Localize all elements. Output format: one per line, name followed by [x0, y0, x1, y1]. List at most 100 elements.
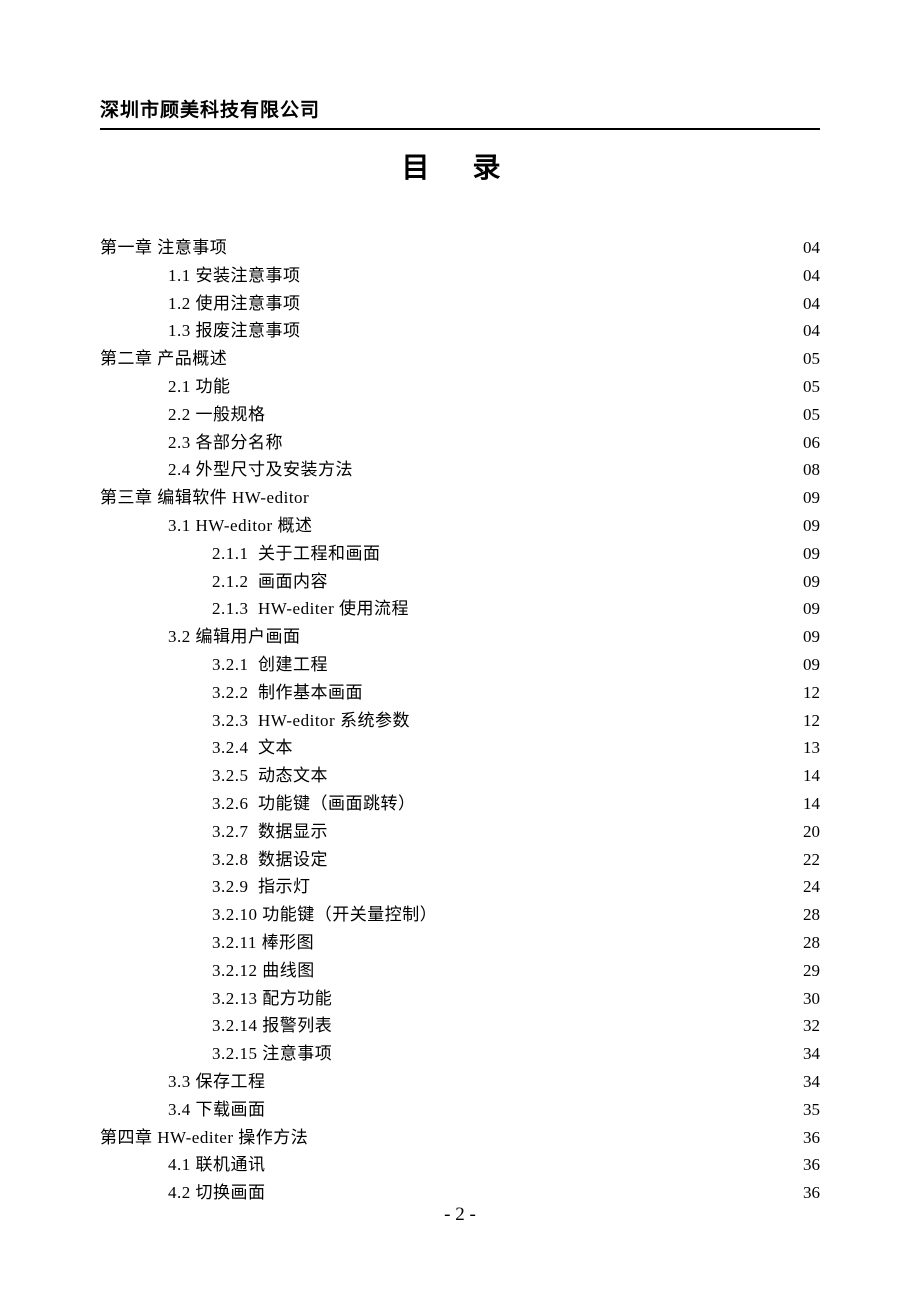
toc-label: 3.3 保存工程: [100, 1068, 266, 1096]
toc-row: 2.1 功能05: [100, 373, 820, 401]
toc-label: 第三章 编辑软件 HW-editor: [100, 484, 309, 512]
toc-label: 4.2 切换画面: [100, 1179, 266, 1207]
toc-page: 09: [803, 484, 820, 512]
toc-row: 3.2.15 注意事项 34: [100, 1040, 820, 1068]
toc-row: 1.3 报废注意事项 04: [100, 317, 820, 345]
toc-label: 2.1.3 HW-editer 使用流程: [100, 595, 409, 623]
toc-label: 3.2.6 功能键（画面跳转）: [100, 790, 416, 818]
toc-page: 28: [803, 929, 820, 957]
toc-page: 09: [803, 595, 820, 623]
toc-row: 3.2.12 曲线图 29: [100, 957, 820, 985]
toc-page: 35: [803, 1096, 820, 1124]
toc-page: 06: [803, 429, 820, 457]
toc-label: 3.2.11 棒形图: [100, 929, 314, 957]
toc-page: 30: [803, 985, 820, 1013]
toc-page: 12: [803, 679, 820, 707]
toc-page: 28: [803, 901, 820, 929]
toc-row: 2.3 各部分名称 06: [100, 429, 820, 457]
toc-row: 1.1 安装注意事项 04: [100, 262, 820, 290]
toc-row: 3.2.1 创建工程 09: [100, 651, 820, 679]
company-header: 深圳市顾美科技有限公司: [100, 95, 820, 130]
toc-label: 第四章 HW-editer 操作方法: [100, 1124, 308, 1152]
toc-page: 04: [803, 290, 820, 318]
toc-title: 目 录: [100, 146, 820, 186]
toc-row: 第三章 编辑软件 HW-editor 09: [100, 484, 820, 512]
toc-row: 2.4 外型尺寸及安装方法 08: [100, 456, 820, 484]
toc-row: 3.4 下载画面 35: [100, 1096, 820, 1124]
toc-page: 09: [803, 651, 820, 679]
toc-page: 36: [803, 1179, 820, 1207]
toc-label: 3.2.9 指示灯: [100, 873, 311, 901]
toc-label: 第一章 注意事项: [100, 234, 227, 262]
toc-list: 第一章 注意事项041.1 安装注意事项041.2 使用注意事项041.3 报废…: [100, 234, 820, 1207]
toc-row: 3.2.13 配方功能 30: [100, 985, 820, 1013]
toc-page: 05: [803, 345, 820, 373]
toc-label: 3.1 HW-editor 概述: [100, 512, 312, 540]
toc-label: 3.2.8 数据设定: [100, 846, 328, 874]
toc-label: 1.3 报废注意事项: [100, 317, 301, 345]
toc-row: 2.2 一般规格 05: [100, 401, 820, 429]
toc-page: 29: [803, 957, 820, 985]
toc-page: 04: [803, 317, 820, 345]
toc-row: 3.1 HW-editor 概述 09: [100, 512, 820, 540]
toc-page: 32: [803, 1012, 820, 1040]
toc-label: 3.4 下载画面: [100, 1096, 266, 1124]
toc-label: 3.2.13 配方功能: [100, 985, 332, 1013]
toc-label: 2.1 功能: [100, 373, 231, 401]
toc-label: 3.2.14 报警列表: [100, 1012, 332, 1040]
page-number: - 2 -: [0, 1204, 920, 1226]
toc-row: 3.2.5 动态文本14: [100, 762, 820, 790]
toc-row: 4.2 切换画面 36: [100, 1179, 820, 1207]
toc-page: 08: [803, 456, 820, 484]
toc-page: 22: [803, 846, 820, 874]
toc-label: 3.2.3 HW-editor 系统参数: [100, 707, 410, 735]
toc-row: 3.3 保存工程 34: [100, 1068, 820, 1096]
toc-row: 3.2.6 功能键（画面跳转）14: [100, 790, 820, 818]
toc-page: 09: [803, 568, 820, 596]
toc-page: 05: [803, 401, 820, 429]
toc-row: 3.2.2 制作基本画面 12: [100, 679, 820, 707]
toc-row: 3.2.4 文本 13: [100, 734, 820, 762]
toc-page: 04: [803, 262, 820, 290]
toc-row: 2.1.2 画面内容09: [100, 568, 820, 596]
toc-label: 3.2 编辑用户画面: [100, 623, 301, 651]
toc-row: 3.2.10 功能键（开关量控制） 28: [100, 901, 820, 929]
toc-row: 第二章 产品概述 05: [100, 345, 820, 373]
toc-row: 3.2.9 指示灯 24: [100, 873, 820, 901]
toc-row: 2.1.3 HW-editer 使用流程 09: [100, 595, 820, 623]
toc-row: 第一章 注意事项 04: [100, 234, 820, 262]
toc-label: 第二章 产品概述: [100, 345, 227, 373]
toc-label: 2.2 一般规格: [100, 401, 266, 429]
toc-label: 3.2.4 文本: [100, 734, 293, 762]
toc-label: 3.2.10 功能键（开关量控制）: [100, 901, 437, 929]
toc-label: 3.2.1 创建工程: [100, 651, 328, 679]
toc-label: 3.2.15 注意事项: [100, 1040, 332, 1068]
toc-label: 3.2.7 数据显示: [100, 818, 328, 846]
toc-page: 14: [803, 762, 820, 790]
toc-page: 13: [803, 734, 820, 762]
toc-page: 20: [803, 818, 820, 846]
toc-label: 1.1 安装注意事项: [100, 262, 301, 290]
toc-row: 4.1 联机通讯 36: [100, 1151, 820, 1179]
toc-label: 1.2 使用注意事项: [100, 290, 301, 318]
toc-page: 04: [803, 234, 820, 262]
toc-label: 4.1 联机通讯: [100, 1151, 266, 1179]
toc-row: 3.2.14 报警列表 32: [100, 1012, 820, 1040]
toc-row: 1.2 使用注意事项 04: [100, 290, 820, 318]
toc-label: 3.2.2 制作基本画面: [100, 679, 363, 707]
toc-row: 3.2.3 HW-editor 系统参数12: [100, 707, 820, 735]
toc-row: 3.2 编辑用户画面09: [100, 623, 820, 651]
toc-page: 34: [803, 1068, 820, 1096]
toc-row: 3.2.11 棒形图 28: [100, 929, 820, 957]
toc-page: 09: [803, 512, 820, 540]
toc-label: 2.3 各部分名称: [100, 429, 283, 457]
toc-label: 2.1.1 关于工程和画面: [100, 540, 381, 568]
toc-label: 2.4 外型尺寸及安装方法: [100, 456, 353, 484]
toc-page: 36: [803, 1124, 820, 1152]
toc-page: 36: [803, 1151, 820, 1179]
toc-label: 3.2.12 曲线图: [100, 957, 315, 985]
toc-row: 3.2.8 数据设定 22: [100, 846, 820, 874]
toc-page: 24: [803, 873, 820, 901]
toc-page: 34: [803, 1040, 820, 1068]
toc-row: 3.2.7 数据显示 20: [100, 818, 820, 846]
